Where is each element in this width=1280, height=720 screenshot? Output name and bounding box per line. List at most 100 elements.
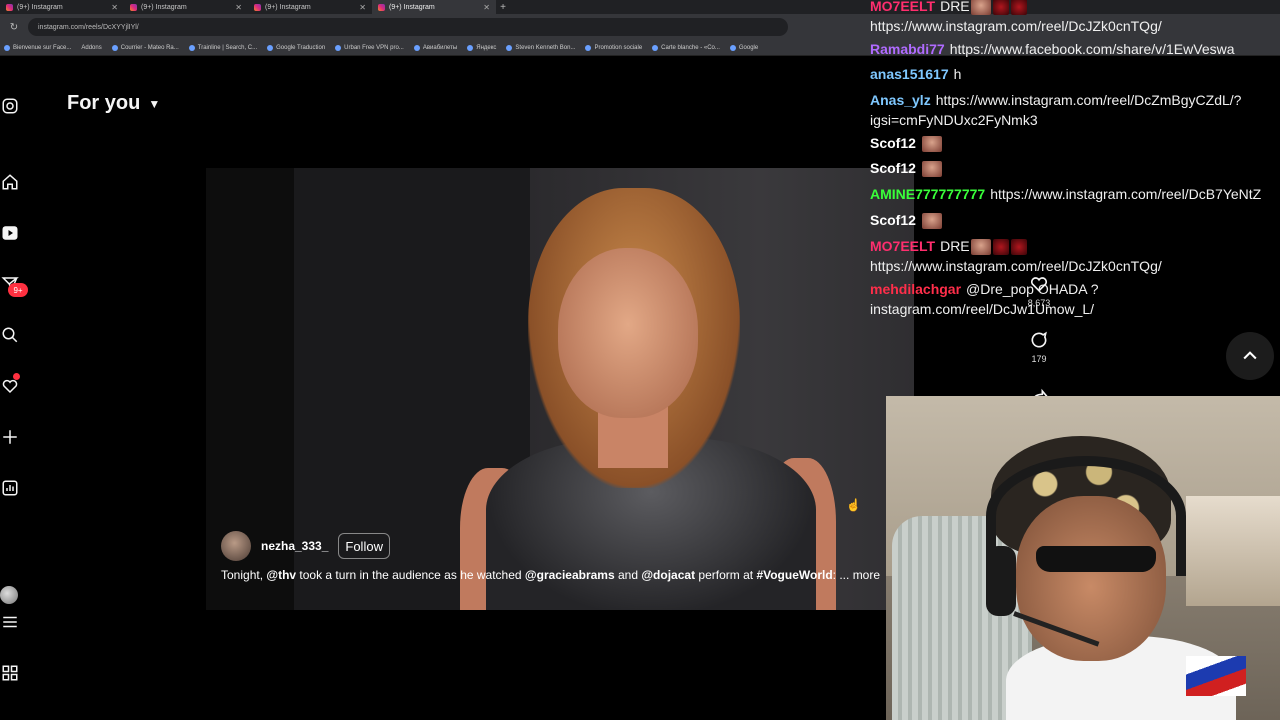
bookmark-item[interactable]: Bienvenue sur Face... <box>4 44 71 51</box>
bookmark-favicon-icon <box>652 44 659 51</box>
chat-message: Scof12 <box>870 158 1280 178</box>
reels-icon[interactable] <box>0 223 20 243</box>
instagram-favicon-icon <box>130 3 137 11</box>
chat-message: Scof12 <box>870 133 1280 153</box>
chevron-up-icon <box>1243 351 1257 360</box>
caption-mention[interactable]: @gracieabrams <box>525 568 615 582</box>
feed-title: For you <box>67 92 141 114</box>
bookmark-favicon-icon <box>413 44 420 51</box>
webcam-background <box>1186 496 1280 606</box>
follow-button[interactable]: Follow <box>338 533 390 559</box>
url-field[interactable]: instagram.com/reels/DcXYYjlIYl/ <box>28 18 788 36</box>
headphones-icon <box>986 546 1016 616</box>
bookmark-item[interactable]: Авиабилеты <box>413 44 457 51</box>
bookmark-item[interactable]: Promotion sociale <box>585 44 642 51</box>
post-caption: Tonight, @thv took a turn in the audienc… <box>221 568 881 582</box>
instagram-favicon-icon <box>378 3 385 11</box>
close-tab-icon[interactable]: ✕ <box>359 3 366 12</box>
browser-tab-4-active[interactable]: (9+) Instagram ✕ <box>372 0 496 14</box>
comment-action[interactable]: 179 <box>1024 330 1054 364</box>
close-tab-icon[interactable]: ✕ <box>483 3 490 12</box>
hand-cursor-icon: ☝ <box>846 498 861 512</box>
bookmark-item[interactable]: Trainline | Search, C... <box>188 44 257 51</box>
bookmark-item[interactable]: Google Traduction <box>267 44 325 51</box>
caption-more-link[interactable]: more <box>853 568 880 582</box>
chat-username[interactable]: MO7EELT <box>870 238 935 254</box>
bookmark-favicon-icon <box>111 44 118 51</box>
chat-emote-icon <box>921 161 942 178</box>
chat-username[interactable]: Ramabdi77 <box>870 41 945 57</box>
chat-text: h <box>953 66 962 82</box>
feed-selector[interactable]: For you ▼ <box>67 92 160 115</box>
bookmark-item[interactable]: Steven Kenneth Bon... <box>506 44 575 51</box>
profile-avatar[interactable] <box>0 586 18 604</box>
chat-username[interactable]: Scof12 <box>870 212 916 228</box>
dashboard-icon[interactable] <box>0 478 20 498</box>
chat-username[interactable]: MO7EELT <box>870 0 935 14</box>
chat-text: https://www.instagram.com/reel/DcZmBgyCZ… <box>935 92 1242 108</box>
stream-chat-overlay: MO7EELT DRE https://www.instagram.com/reel… <box>870 0 1280 330</box>
reload-icon[interactable]: ↻ <box>8 22 20 33</box>
comment-count: 179 <box>1031 354 1047 364</box>
chat-username[interactable]: anas151617 <box>870 66 949 82</box>
bookmark-favicon-icon <box>188 44 195 51</box>
chat-message: igsi=cmFyNDUxc2FyNmk3 <box>870 110 1280 130</box>
chat-username[interactable]: mehdilachgar <box>870 281 961 297</box>
notification-dot <box>13 373 20 380</box>
chat-emote-icon <box>992 239 1009 256</box>
bookmark-item[interactable]: Courrier - Mateo Ra... <box>111 44 179 51</box>
chat-emote-icon <box>1010 0 1027 16</box>
chat-text: igsi=cmFyNDUxc2FyNmk3 <box>870 112 1038 128</box>
chat-message: anas151617 h <box>870 64 1280 84</box>
bookmark-favicon-icon <box>506 44 513 51</box>
browser-tab-3[interactable]: (9+) Instagram ✕ <box>248 0 372 14</box>
chat-message: MO7EELT DRE <box>870 0 1280 16</box>
close-tab-icon[interactable]: ✕ <box>111 3 118 12</box>
comment-icon <box>1031 331 1047 348</box>
chat-username[interactable]: Scof12 <box>870 160 916 176</box>
chat-message: mehdilachgar @Dre_pop OHADA ? <box>870 279 1280 299</box>
chat-emote-icon <box>1010 239 1027 256</box>
bookmark-item[interactable]: Carte blanche - «Co... <box>652 44 720 51</box>
chat-message: Anas_ylz https://www.instagram.com/reel/D… <box>870 90 1280 110</box>
chat-text: https://www.instagram.com/reel/DcB7YeNtZ <box>990 186 1262 202</box>
menu-icon[interactable] <box>0 612 20 632</box>
instagram-favicon-icon <box>254 3 261 11</box>
chat-message: https://www.instagram.com/reel/DcJZk0cnT… <box>870 256 1280 276</box>
chat-username[interactable]: Scof12 <box>870 135 916 151</box>
chat-username[interactable]: Anas_ylz <box>870 92 931 108</box>
bookmark-item[interactable]: Яндекс <box>467 44 496 51</box>
chat-message: Ramabdi77 https://www.facebook.com/share/… <box>870 39 1280 59</box>
apps-icon[interactable] <box>0 663 20 683</box>
close-tab-icon[interactable]: ✕ <box>235 3 242 12</box>
bookmark-favicon-icon <box>467 44 474 51</box>
browser-tab-1[interactable]: (9+) Instagram ✕ <box>0 0 124 14</box>
bookmark-item[interactable]: Google <box>729 44 758 51</box>
caption-mention[interactable]: @thv <box>266 568 296 582</box>
instagram-sidebar <box>0 56 30 720</box>
instagram-logo-icon[interactable] <box>0 96 20 116</box>
scroll-up-button[interactable] <box>1226 332 1274 380</box>
bookmark-item[interactable]: Addons <box>81 45 101 51</box>
home-icon[interactable] <box>0 172 20 192</box>
webcam-figure <box>1186 656 1246 696</box>
bookmark-favicon-icon <box>4 44 10 51</box>
chat-text: https://www.instagram.com/reel/DcJZk0cnT… <box>870 18 1162 34</box>
new-tab-button[interactable]: + <box>496 2 510 13</box>
bookmark-item[interactable]: Urban Free VPN pro... <box>335 44 404 51</box>
search-icon[interactable] <box>0 325 20 345</box>
messages-badge: 9+ <box>8 283 28 297</box>
bookmark-favicon-icon <box>729 44 736 51</box>
chat-text: instagram.com/reel/DcJw1Umow_L/ <box>870 301 1095 317</box>
browser-tab-2[interactable]: (9+) Instagram ✕ <box>124 0 248 14</box>
create-plus-icon[interactable] <box>0 427 20 447</box>
bookmark-favicon-icon <box>585 44 592 51</box>
post-username[interactable]: nezha_333_ <box>261 539 328 553</box>
caption-mention[interactable]: @dojacat <box>641 568 695 582</box>
chat-emote-icon <box>970 239 991 256</box>
chat-text: DRE <box>940 0 970 14</box>
chat-message: AMINE777777777 https://www.instagram.com/… <box>870 184 1280 204</box>
post-author-avatar[interactable] <box>221 531 251 561</box>
chat-username[interactable]: AMINE777777777 <box>870 186 985 202</box>
caption-hashtag[interactable]: #VogueWorld <box>756 568 832 582</box>
